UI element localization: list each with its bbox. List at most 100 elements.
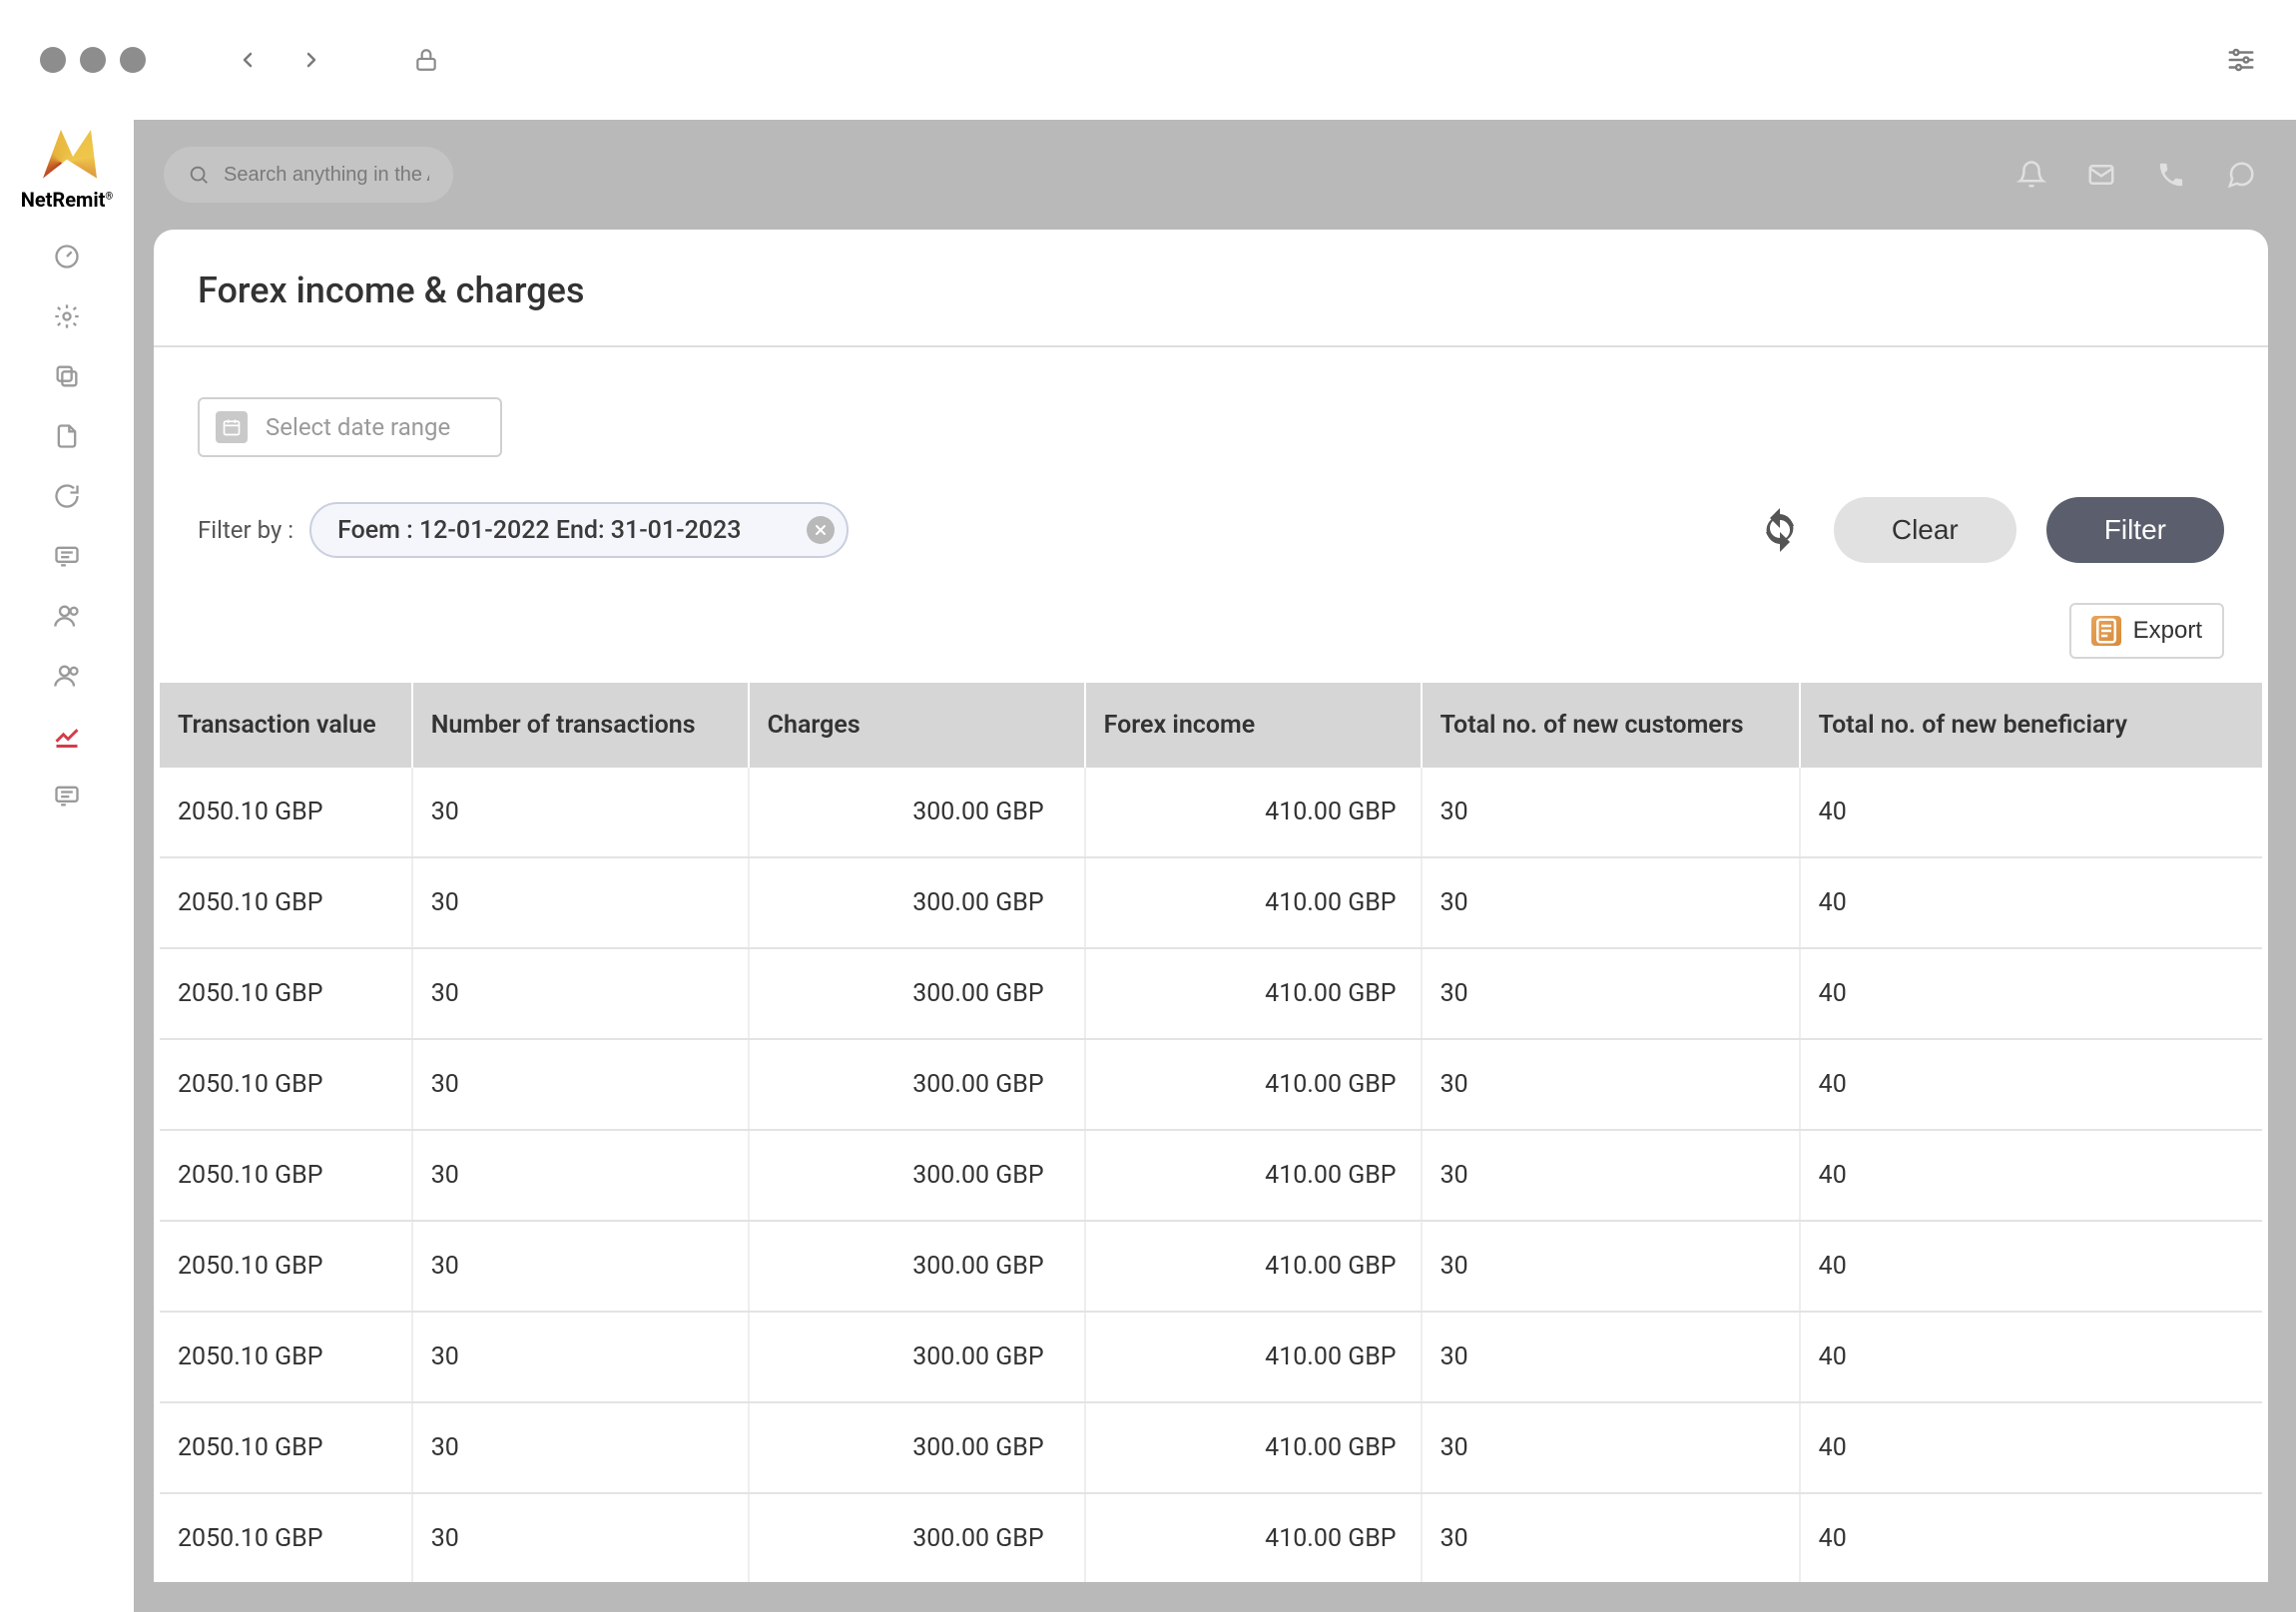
filter-button[interactable]: Filter xyxy=(2046,497,2224,563)
th-new-customers[interactable]: Total no. of new customers xyxy=(1422,683,1800,768)
nav-copy-icon[interactable] xyxy=(52,361,82,391)
cell-new-beneficiary: 40 xyxy=(1800,1130,2262,1221)
cell-forex-income: 410.00 GBP xyxy=(1085,1493,1422,1582)
search-field[interactable] xyxy=(164,147,453,203)
cell-num-transactions: 30 xyxy=(412,1402,749,1493)
export-file-icon xyxy=(2091,616,2121,646)
nav-back-icon[interactable] xyxy=(236,48,260,72)
cell-new-customers: 30 xyxy=(1422,1493,1800,1582)
brand-logo[interactable]: NetRemit® xyxy=(21,130,114,212)
th-new-beneficiary[interactable]: Total no. of new beneficiary xyxy=(1800,683,2262,768)
filter-chip-text: Foem : 12-01-2022 End: 31-01-2023 xyxy=(337,516,741,545)
window-maximize-dot[interactable] xyxy=(120,47,146,73)
date-range-placeholder: Select date range xyxy=(266,413,450,441)
settings-sliders-icon[interactable] xyxy=(2226,45,2256,75)
table-row[interactable]: 2050.10 GBP30300.00 GBP410.00 GBP3040 xyxy=(160,1402,2262,1493)
window-minimize-dot[interactable] xyxy=(80,47,106,73)
cell-forex-income: 410.00 GBP xyxy=(1085,1312,1422,1402)
table-row[interactable]: 2050.10 GBP30300.00 GBP410.00 GBP3040 xyxy=(160,857,2262,948)
th-num-transactions[interactable]: Number of transactions xyxy=(412,683,749,768)
table-row[interactable]: 2050.10 GBP30300.00 GBP410.00 GBP3040 xyxy=(160,1039,2262,1130)
cell-transaction-value: 2050.10 GBP xyxy=(160,948,412,1039)
brand-mark-icon xyxy=(37,130,97,184)
comment-icon[interactable] xyxy=(2226,160,2256,190)
cell-charges: 300.00 GBP xyxy=(749,1221,1085,1312)
cell-transaction-value: 2050.10 GBP xyxy=(160,768,412,857)
nav-message-icon[interactable] xyxy=(52,541,82,571)
filter-chip-remove-icon[interactable] xyxy=(807,516,835,544)
refresh-icon[interactable] xyxy=(1756,506,1804,554)
table-row[interactable]: 2050.10 GBP30300.00 GBP410.00 GBP3040 xyxy=(160,768,2262,857)
notifications-icon[interactable] xyxy=(2016,160,2046,190)
date-range-picker[interactable]: Select date range xyxy=(198,397,502,457)
filter-by-label: Filter by : xyxy=(198,516,293,544)
cell-transaction-value: 2050.10 GBP xyxy=(160,857,412,948)
phone-icon[interactable] xyxy=(2156,160,2186,190)
cell-forex-income: 410.00 GBP xyxy=(1085,1130,1422,1221)
cell-charges: 300.00 GBP xyxy=(749,1130,1085,1221)
cell-new-customers: 30 xyxy=(1422,1402,1800,1493)
cell-new-customers: 30 xyxy=(1422,948,1800,1039)
export-button[interactable]: Export xyxy=(2069,603,2224,659)
nav-user-icon[interactable] xyxy=(52,601,82,631)
table-header-row: Transaction value Number of transactions… xyxy=(160,683,2262,768)
nav-settings-icon[interactable] xyxy=(52,301,82,331)
page-title: Forex income & charges xyxy=(198,269,2224,311)
cell-new-beneficiary: 40 xyxy=(1800,768,2262,857)
window-controls xyxy=(40,47,146,73)
cell-forex-income: 410.00 GBP xyxy=(1085,857,1422,948)
nav-analytics-icon[interactable] xyxy=(52,721,82,751)
side-navigation xyxy=(52,242,82,810)
table-row[interactable]: 2050.10 GBP30300.00 GBP410.00 GBP3040 xyxy=(160,1312,2262,1402)
cell-forex-income: 410.00 GBP xyxy=(1085,1221,1422,1312)
cell-forex-income: 410.00 GBP xyxy=(1085,768,1422,857)
nav-documents-icon[interactable] xyxy=(52,421,82,451)
main-area: Forex income & charges Select date range… xyxy=(134,120,2296,1612)
cell-new-beneficiary: 40 xyxy=(1800,1312,2262,1402)
table-row[interactable]: 2050.10 GBP30300.00 GBP410.00 GBP3040 xyxy=(160,948,2262,1039)
calendar-icon xyxy=(216,411,248,443)
th-forex-income[interactable]: Forex income xyxy=(1085,683,1422,768)
nav-dashboard-icon[interactable] xyxy=(52,242,82,271)
nav-user2-icon[interactable] xyxy=(52,661,82,691)
nav-sync-icon[interactable] xyxy=(52,481,82,511)
th-charges[interactable]: Charges xyxy=(749,683,1085,768)
content-panel: Forex income & charges Select date range… xyxy=(154,230,2268,1582)
cell-charges: 300.00 GBP xyxy=(749,1493,1085,1582)
cell-transaction-value: 2050.10 GBP xyxy=(160,1039,412,1130)
export-label: Export xyxy=(2133,617,2202,645)
cell-charges: 300.00 GBP xyxy=(749,1312,1085,1402)
th-transaction-value[interactable]: Transaction value xyxy=(160,683,412,768)
cell-new-customers: 30 xyxy=(1422,857,1800,948)
table-row[interactable]: 2050.10 GBP30300.00 GBP410.00 GBP3040 xyxy=(160,1221,2262,1312)
window-close-dot[interactable] xyxy=(40,47,66,73)
cell-new-beneficiary: 40 xyxy=(1800,1221,2262,1312)
data-table: Transaction value Number of transactions… xyxy=(160,683,2262,1582)
clear-button[interactable]: Clear xyxy=(1834,497,2016,563)
window-titlebar xyxy=(0,0,2296,120)
cell-num-transactions: 30 xyxy=(412,1039,749,1130)
cell-forex-income: 410.00 GBP xyxy=(1085,1402,1422,1493)
topbar xyxy=(134,120,2296,230)
cell-new-customers: 30 xyxy=(1422,1221,1800,1312)
table-row[interactable]: 2050.10 GBP30300.00 GBP410.00 GBP3040 xyxy=(160,1130,2262,1221)
nav-forward-icon[interactable] xyxy=(299,48,323,72)
cell-charges: 300.00 GBP xyxy=(749,768,1085,857)
cell-num-transactions: 30 xyxy=(412,1130,749,1221)
search-input[interactable] xyxy=(224,164,429,187)
cell-forex-income: 410.00 GBP xyxy=(1085,1039,1422,1130)
sidebar: NetRemit® xyxy=(0,120,134,1612)
brand-name: NetRemit® xyxy=(21,188,114,212)
search-icon xyxy=(188,164,210,186)
nav-chat-icon[interactable] xyxy=(52,781,82,810)
cell-charges: 300.00 GBP xyxy=(749,948,1085,1039)
cell-new-customers: 30 xyxy=(1422,1312,1800,1402)
cell-transaction-value: 2050.10 GBP xyxy=(160,1221,412,1312)
cell-new-customers: 30 xyxy=(1422,1039,1800,1130)
table-row[interactable]: 2050.10 GBP30300.00 GBP410.00 GBP3040 xyxy=(160,1493,2262,1582)
cell-num-transactions: 30 xyxy=(412,948,749,1039)
mail-icon[interactable] xyxy=(2086,160,2116,190)
cell-forex-income: 410.00 GBP xyxy=(1085,948,1422,1039)
cell-num-transactions: 30 xyxy=(412,857,749,948)
cell-new-beneficiary: 40 xyxy=(1800,1402,2262,1493)
